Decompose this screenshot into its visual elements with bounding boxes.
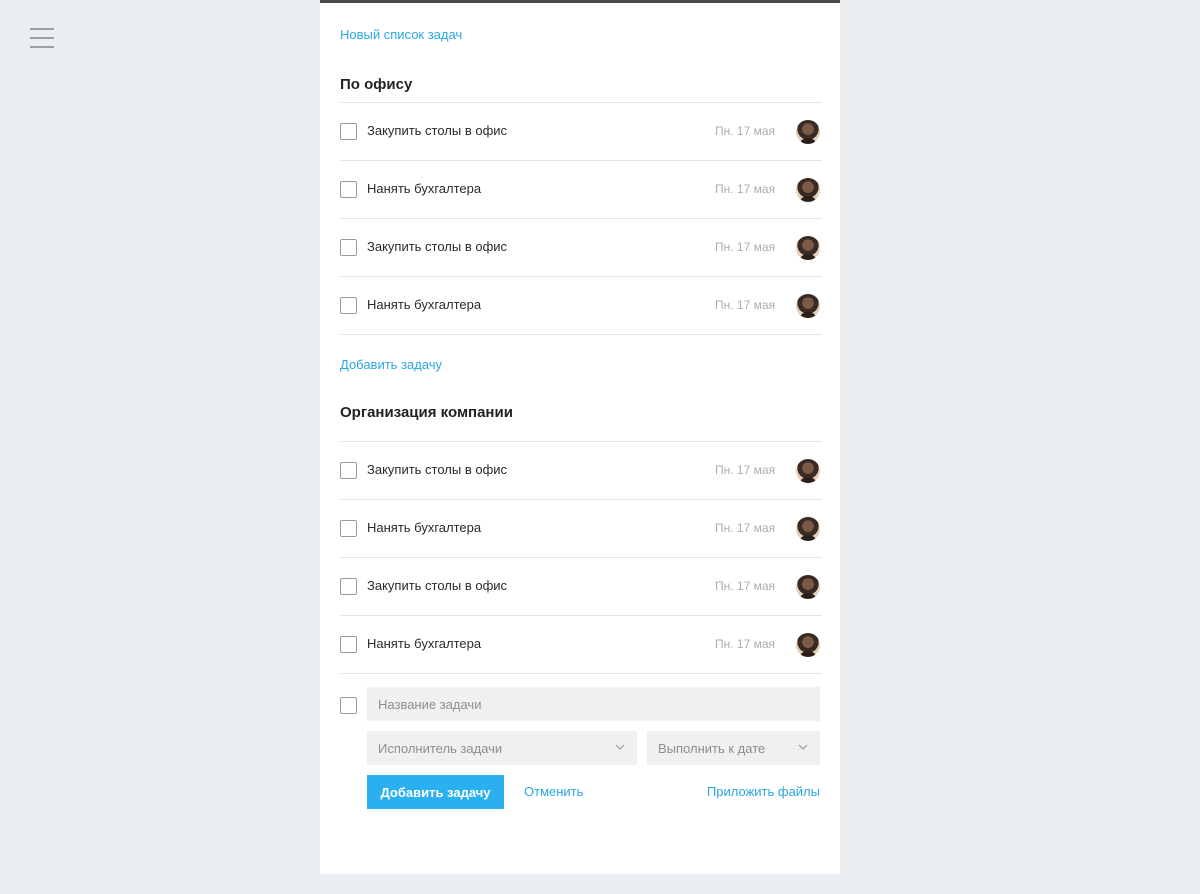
assignee-avatar[interactable]: [796, 633, 820, 657]
assignee-select-label: Исполнитель задачи: [378, 741, 503, 756]
task-checkbox[interactable]: [340, 578, 357, 595]
task-due-date: Пн. 17 мая: [714, 463, 775, 477]
task-panel: Новый список задач По офису Закупить сто…: [320, 0, 840, 874]
assignee-avatar[interactable]: [796, 178, 820, 202]
new-task-checkbox[interactable]: [340, 697, 357, 714]
task-due-date: Пн. 17 мая: [714, 579, 775, 593]
assignee-avatar[interactable]: [796, 517, 820, 541]
menu-line: [30, 28, 54, 30]
cancel-link[interactable]: Отменить: [524, 784, 583, 799]
chevron-down-icon: [798, 744, 808, 750]
task-list: Закупить столы в офис Пн. 17 мая Нанять …: [340, 102, 822, 335]
task-checkbox[interactable]: [340, 123, 357, 140]
add-task-link[interactable]: Добавить задачу: [340, 357, 442, 372]
task-due-date: Пн. 17 мая: [714, 637, 775, 651]
menu-line: [30, 46, 54, 48]
task-due-date: Пн. 17 мая: [714, 240, 775, 254]
menu-line: [30, 37, 54, 39]
chevron-down-icon: [615, 744, 625, 750]
add-task-button[interactable]: Добавить задачу: [367, 775, 504, 809]
assignee-avatar[interactable]: [796, 294, 820, 318]
task-checkbox[interactable]: [340, 636, 357, 653]
task-checkbox[interactable]: [340, 520, 357, 537]
group-title: Организация компании: [340, 404, 513, 421]
task-row[interactable]: Закупить столы в офис Пн. 17 мая: [340, 219, 822, 277]
task-due-date: Пн. 17 мая: [714, 521, 775, 535]
task-checkbox[interactable]: [340, 462, 357, 479]
task-name[interactable]: Нанять бухгалтера: [367, 181, 481, 196]
task-row[interactable]: Нанять бухгалтера Пн. 17 мая: [340, 277, 822, 335]
task-checkbox[interactable]: [340, 181, 357, 198]
task-row[interactable]: Закупить столы в офис Пн. 17 мая: [340, 558, 822, 616]
task-row[interactable]: Закупить столы в офис Пн. 17 мая: [340, 442, 822, 500]
task-row[interactable]: Нанять бухгалтера Пн. 17 мая: [340, 616, 822, 674]
task-list: Закупить столы в офис Пн. 17 мая Нанять …: [340, 441, 822, 674]
task-due-date: Пн. 17 мая: [714, 124, 775, 138]
assignee-avatar[interactable]: [796, 120, 820, 144]
task-checkbox[interactable]: [340, 239, 357, 256]
assignee-avatar[interactable]: [796, 236, 820, 260]
task-name[interactable]: Закупить столы в офис: [367, 462, 507, 477]
task-row[interactable]: Нанять бухгалтера Пн. 17 мая: [340, 500, 822, 558]
due-date-select[interactable]: Выполнить к дате: [647, 731, 820, 765]
task-name[interactable]: Закупить столы в офис: [367, 239, 507, 254]
due-date-select-label: Выполнить к дате: [658, 741, 766, 756]
assignee-select[interactable]: Исполнитель задачи: [367, 731, 637, 765]
task-row[interactable]: Нанять бухгалтера Пн. 17 мая: [340, 161, 822, 219]
task-due-date: Пн. 17 мая: [714, 182, 775, 196]
assignee-avatar[interactable]: [796, 575, 820, 599]
task-name[interactable]: Нанять бухгалтера: [367, 520, 481, 535]
task-checkbox[interactable]: [340, 297, 357, 314]
task-name[interactable]: Нанять бухгалтера: [367, 297, 481, 312]
group-title: По офису: [340, 76, 413, 93]
task-title-input[interactable]: [367, 687, 820, 721]
assignee-avatar[interactable]: [796, 459, 820, 483]
task-name[interactable]: Закупить столы в офис: [367, 578, 507, 593]
task-name[interactable]: Нанять бухгалтера: [367, 636, 481, 651]
task-due-date: Пн. 17 мая: [714, 298, 775, 312]
attach-files-link[interactable]: Приложить файлы: [707, 784, 820, 799]
new-task-list-link[interactable]: Новый список задач: [340, 27, 462, 42]
hamburger-menu-icon[interactable]: [30, 28, 54, 48]
task-row[interactable]: Закупить столы в офис Пн. 17 мая: [340, 103, 822, 161]
task-name[interactable]: Закупить столы в офис: [367, 123, 507, 138]
